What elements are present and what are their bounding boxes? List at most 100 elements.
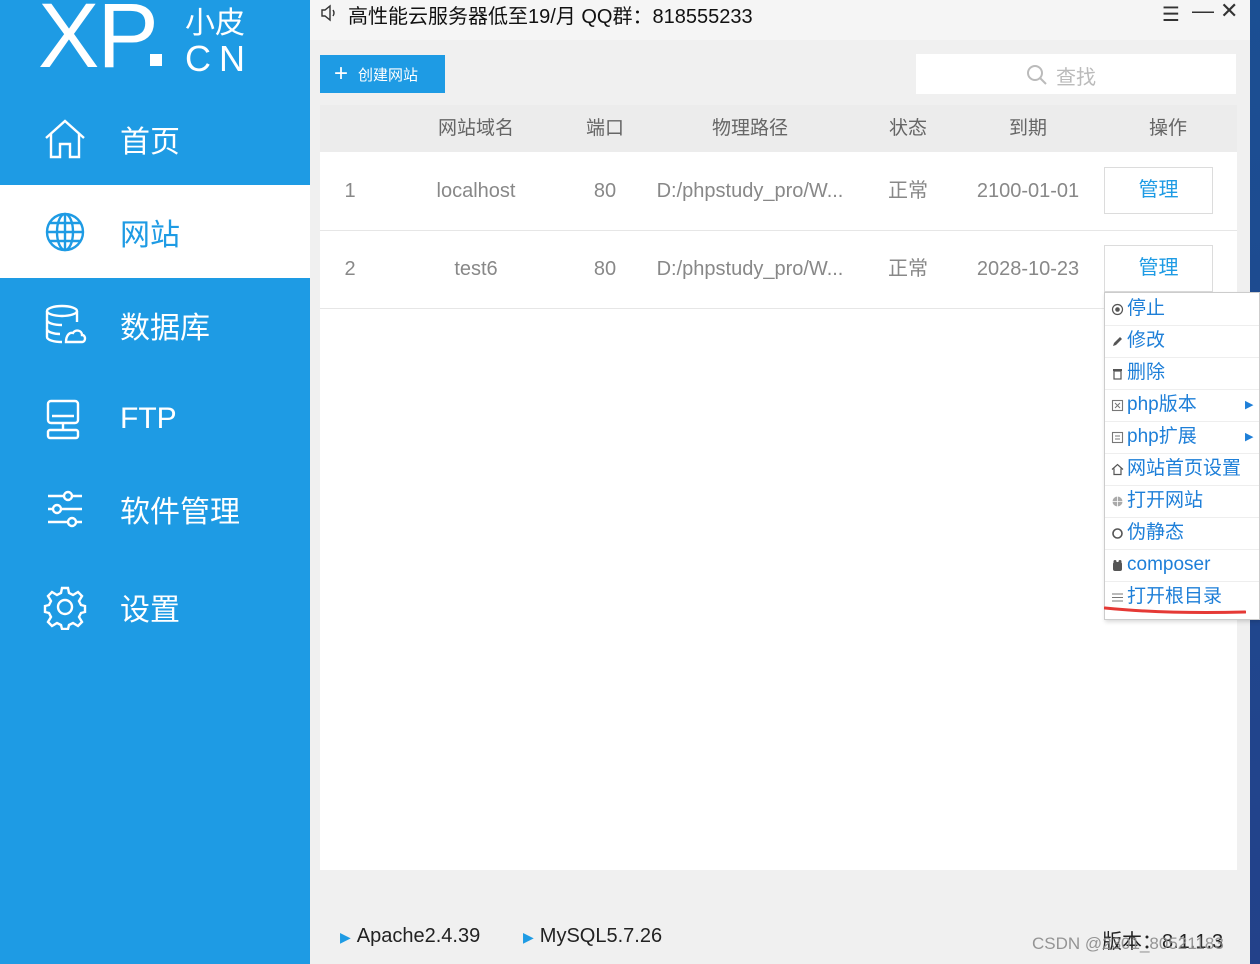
sidebar-item-ftp[interactable]: FTP — [0, 372, 310, 465]
row-expiry: 2100-01-01 — [976, 180, 1080, 202]
play-icon: ▶ — [340, 929, 351, 945]
php-extension-icon — [1111, 431, 1124, 444]
watermark-text: CSDN @2301_80521183 — [1032, 934, 1224, 953]
minimize-icon[interactable]: — — [1192, 0, 1214, 24]
sidebar-item-label: 网站 — [120, 218, 180, 252]
menu-item-label: 删除 — [1127, 362, 1166, 383]
menu-item-delete[interactable]: 删除 — [1105, 357, 1259, 390]
server-icon — [46, 399, 80, 439]
gear-icon — [43, 586, 87, 630]
menu-item-rewrite[interactable]: 伪静态 — [1105, 517, 1259, 550]
table-row[interactable]: 1 localhost 80 D:/phpstudy_pro/W... 正常 2… — [320, 152, 1237, 231]
menu-item-label: php版本 — [1127, 394, 1197, 415]
column-header-action: 操作 — [1148, 118, 1187, 139]
apache-service[interactable]: ▶ Apache2.4.39 — [340, 925, 480, 948]
menu-item-php-extension[interactable]: php扩展 ▶ — [1105, 421, 1259, 454]
logo-cn-top: 小皮 — [185, 7, 245, 40]
column-header-expiry[interactable]: 到期 — [988, 105, 1068, 152]
column-header-port[interactable]: 端口 — [570, 105, 640, 152]
sidebar-item-label: 设置 — [120, 593, 180, 627]
mysql-service[interactable]: ▶ MySQL5.7.26 — [523, 925, 662, 948]
logo-cn-bottom: CN — [185, 38, 253, 79]
menu-item-composer[interactable]: composer — [1105, 549, 1259, 582]
row-index: 2 — [344, 258, 356, 280]
logo-xp-text: XP — [38, 0, 159, 87]
sidebar: XP 小皮 CN 首页 网站 数据库 FTP 软件管理 设置 — [0, 0, 310, 964]
home-small-icon — [1111, 463, 1124, 476]
trash-icon — [1113, 369, 1122, 380]
search-placeholder: 查找 — [1056, 67, 1096, 89]
database-icon — [45, 304, 87, 343]
home-icon — [45, 118, 85, 158]
menu-item-homepage-settings[interactable]: 网站首页设置 — [1105, 453, 1259, 486]
context-menu: 停止 修改 删除 php版本 ▶ php扩展 ▶ 网站首页设置 打开网站 伪静态… — [1104, 292, 1260, 620]
menu-item-label: php扩展 — [1127, 426, 1197, 447]
row-domain: test6 — [454, 258, 498, 280]
status-bar: ▶ Apache2.4.39 ▶ MySQL5.7.26 版本：8.1.1.3 CS… — [310, 908, 1250, 964]
row-path: D:/phpstudy_pro/W... — [656, 258, 844, 280]
menu-item-label: composer — [1127, 554, 1211, 575]
cycle-icon — [1112, 528, 1123, 539]
highlight-underline — [1104, 606, 1246, 614]
menu-item-label: 修改 — [1127, 330, 1166, 351]
submenu-arrow-icon: ▶ — [1245, 399, 1254, 411]
row-status: 正常 — [888, 180, 928, 202]
website-table: 网站域名 端口 物理路径 状态 到期 操作 1 localhost 80 D:/… — [320, 105, 1237, 870]
apache-label: Apache2.4.39 — [356, 925, 481, 947]
column-header-domain[interactable]: 网站域名 — [421, 105, 531, 152]
sidebar-item-software[interactable]: 软件管理 — [0, 462, 310, 555]
menu-item-php-version[interactable]: php版本 ▶ — [1105, 389, 1259, 422]
sidebar-item-database[interactable]: 数据库 — [0, 278, 310, 371]
manage-button[interactable]: 管理 — [1104, 245, 1213, 292]
speaker-icon — [321, 4, 335, 22]
create-website-button[interactable]: + 创建网站 — [320, 55, 445, 93]
row-port: 80 — [593, 180, 617, 202]
submenu-arrow-icon: ▶ — [1245, 431, 1254, 443]
mysql-label: MySQL5.7.26 — [539, 925, 663, 947]
column-header-path[interactable]: 物理路径 — [680, 105, 820, 152]
menu-item-label: 网站首页设置 — [1127, 458, 1242, 479]
row-index: 1 — [344, 180, 356, 202]
sidebar-item-website[interactable]: 网站 — [0, 185, 310, 278]
globe-small-icon — [1112, 496, 1123, 507]
menu-item-stop[interactable]: 停止 — [1105, 293, 1259, 326]
menu-icon[interactable]: ☰ — [1162, 2, 1180, 27]
column-header-status[interactable]: 状态 — [878, 105, 938, 152]
menu-item-label: 伪静态 — [1127, 522, 1185, 543]
row-path: D:/phpstudy_pro/W... — [656, 180, 844, 202]
php-version-icon — [1111, 399, 1124, 412]
close-icon[interactable]: ✕ — [1220, 0, 1238, 24]
composer-icon — [1113, 560, 1122, 571]
sidebar-item-home[interactable]: 首页 — [0, 92, 310, 185]
row-status: 正常 — [888, 258, 928, 280]
logo-dot — [150, 54, 162, 66]
sidebar-item-settings[interactable]: 设置 — [0, 560, 310, 653]
row-port: 80 — [593, 258, 617, 280]
list-icon — [1112, 593, 1123, 602]
title-bar: 高性能云服务器低至19/月 QQ群：818555233 ☰ — ✕ — [310, 0, 1250, 40]
menu-item-open-website[interactable]: 打开网站 — [1105, 485, 1259, 518]
row-domain: localhost — [436, 180, 516, 202]
sidebar-item-label: 数据库 — [120, 311, 210, 345]
sliders-icon — [48, 490, 82, 527]
manage-button[interactable]: 管理 — [1104, 167, 1213, 214]
play-icon: ▶ — [523, 929, 534, 945]
menu-item-edit[interactable]: 修改 — [1105, 325, 1259, 358]
create-website-label: 创建网站 — [358, 66, 419, 84]
notice-text: 高性能云服务器低至19/月 QQ群：818555233 — [348, 6, 753, 28]
menu-item-label: 停止 — [1127, 298, 1166, 319]
sidebar-item-label: 首页 — [120, 125, 180, 159]
row-expiry: 2028-10-23 — [976, 258, 1080, 280]
table-row[interactable]: 2 test6 80 D:/phpstudy_pro/W... 正常 2028-… — [320, 230, 1237, 309]
search-input[interactable]: 查找 — [916, 54, 1236, 94]
pencil-icon — [1113, 337, 1122, 346]
sidebar-item-label: 软件管理 — [120, 495, 240, 529]
sidebar-item-label: FTP — [120, 401, 177, 435]
search-icon — [1027, 65, 1047, 85]
app-logo: XP 小皮 CN — [38, 0, 298, 85]
menu-item-label: 打开网站 — [1127, 490, 1204, 511]
plus-icon: + — [334, 60, 349, 87]
globe-icon — [45, 212, 85, 251]
stop-icon — [1111, 303, 1124, 316]
table-header: 网站域名 端口 物理路径 状态 到期 操作 — [320, 105, 1237, 152]
